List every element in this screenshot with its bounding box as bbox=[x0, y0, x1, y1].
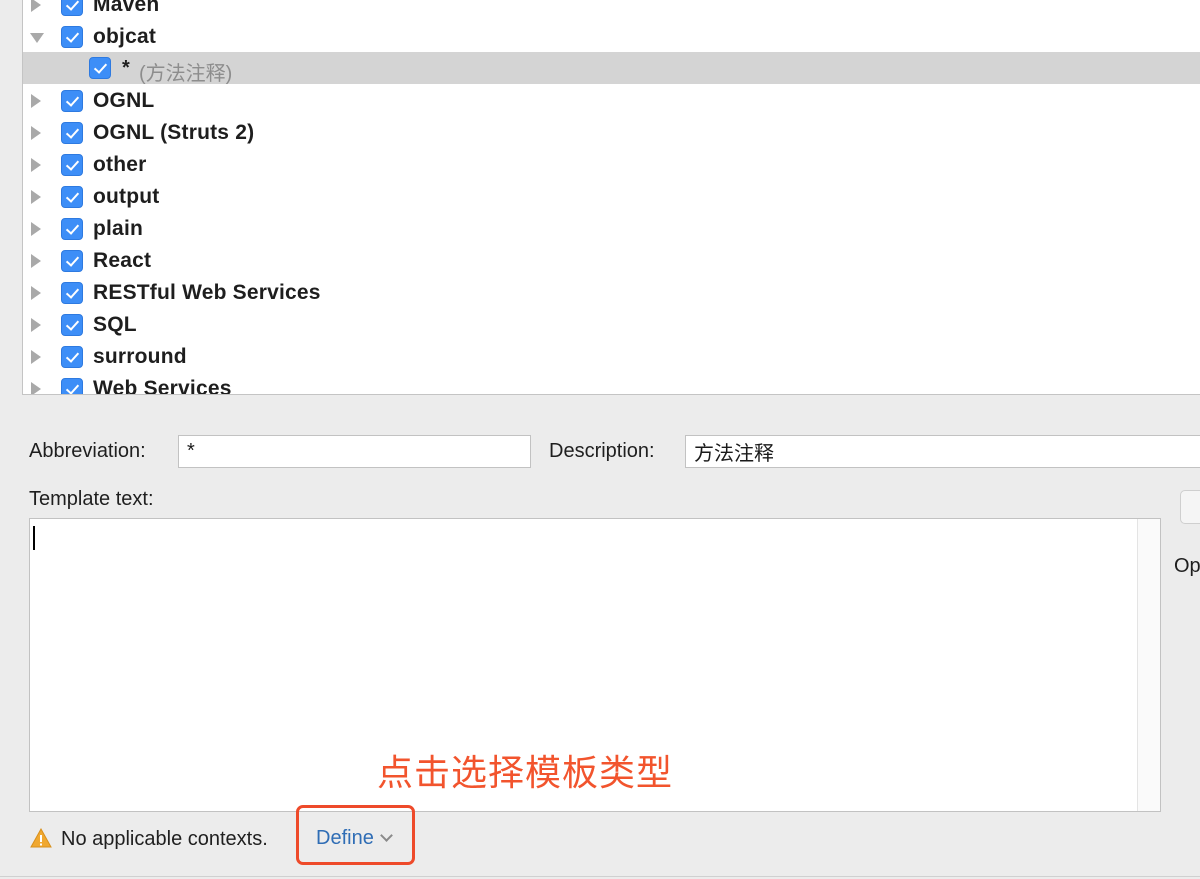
group-checkbox[interactable] bbox=[61, 186, 83, 208]
group-checkbox[interactable] bbox=[61, 90, 83, 112]
annotation-highlight-box bbox=[296, 805, 415, 865]
tree-group-react[interactable]: React bbox=[23, 245, 1200, 277]
text-caret bbox=[33, 526, 35, 550]
tree-group-objcat[interactable]: objcat bbox=[23, 21, 1200, 53]
group-label: OGNL (Struts 2) bbox=[93, 121, 255, 144]
group-checkbox[interactable] bbox=[61, 250, 83, 272]
template-text-label: Template text: bbox=[29, 488, 154, 510]
abbreviation-label: Abbreviation: bbox=[29, 440, 146, 462]
tree-group-plain[interactable]: plain bbox=[23, 213, 1200, 245]
group-checkbox[interactable] bbox=[61, 154, 83, 176]
expand-arrow-icon[interactable] bbox=[31, 318, 41, 332]
tree-group-maven[interactable]: Maven bbox=[23, 0, 1200, 21]
group-label: RESTful Web Services bbox=[93, 281, 321, 304]
group-checkbox[interactable] bbox=[61, 282, 83, 304]
tree-group-surround[interactable]: surround bbox=[23, 341, 1200, 373]
expand-arrow-icon[interactable] bbox=[31, 222, 41, 236]
group-label: React bbox=[93, 249, 152, 272]
tree-group-sql[interactable]: SQL bbox=[23, 309, 1200, 341]
group-label: other bbox=[93, 153, 147, 176]
group-label: SQL bbox=[93, 313, 137, 336]
item-description: (方法注释) bbox=[139, 63, 233, 85]
group-label: objcat bbox=[93, 25, 157, 48]
expand-arrow-icon[interactable] bbox=[31, 0, 41, 12]
live-templates-tree[interactable]: Maven objcat * (方法注释) OGNL OGNL (Struts … bbox=[22, 0, 1200, 395]
expand-arrow-icon[interactable] bbox=[31, 158, 41, 172]
expand-arrow-icon[interactable] bbox=[31, 254, 41, 268]
tree-item-selected[interactable]: * (方法注释) bbox=[23, 52, 1200, 85]
no-contexts-message: No applicable contexts. bbox=[61, 828, 268, 850]
group-label: Maven bbox=[93, 0, 160, 16]
warning-icon bbox=[30, 828, 52, 848]
group-label: plain bbox=[93, 217, 144, 240]
divider bbox=[0, 876, 1200, 877]
expand-arrow-icon[interactable] bbox=[31, 190, 41, 204]
description-input[interactable] bbox=[685, 435, 1200, 468]
group-checkbox[interactable] bbox=[61, 378, 83, 394]
group-label: output bbox=[93, 185, 160, 208]
group-checkbox[interactable] bbox=[61, 0, 83, 16]
group-checkbox[interactable] bbox=[61, 26, 83, 48]
abbreviation-input[interactable] bbox=[178, 435, 531, 468]
group-checkbox[interactable] bbox=[61, 218, 83, 240]
tree-group-other[interactable]: other bbox=[23, 149, 1200, 181]
tree-group-restful-web-services[interactable]: RESTful Web Services bbox=[23, 277, 1200, 309]
description-label: Description: bbox=[549, 440, 655, 462]
expand-arrow-icon[interactable] bbox=[31, 350, 41, 364]
expand-arrow-icon[interactable] bbox=[31, 286, 41, 300]
expand-arrow-icon[interactable] bbox=[31, 126, 41, 140]
annotation-text: 点击选择模板类型 bbox=[377, 752, 674, 793]
edit-variables-button[interactable] bbox=[1180, 490, 1200, 524]
options-label: Op bbox=[1174, 555, 1200, 577]
group-checkbox[interactable] bbox=[61, 314, 83, 336]
vertical-scrollbar[interactable] bbox=[1137, 519, 1160, 811]
tree-group-web-services[interactable]: Web Services bbox=[23, 373, 1200, 395]
group-label: Web Services bbox=[93, 377, 232, 395]
group-label: OGNL bbox=[93, 89, 155, 112]
item-checkbox[interactable] bbox=[89, 57, 111, 79]
expand-arrow-icon[interactable] bbox=[31, 382, 41, 394]
tree-group-ognl-struts2[interactable]: OGNL (Struts 2) bbox=[23, 117, 1200, 149]
group-checkbox[interactable] bbox=[61, 122, 83, 144]
expand-arrow-icon[interactable] bbox=[31, 94, 41, 108]
collapse-arrow-icon[interactable] bbox=[30, 33, 44, 43]
group-label: surround bbox=[93, 345, 187, 368]
tree-group-ognl[interactable]: OGNL bbox=[23, 85, 1200, 117]
group-checkbox[interactable] bbox=[61, 346, 83, 368]
tree-group-output[interactable]: output bbox=[23, 181, 1200, 213]
item-abbreviation: * bbox=[122, 57, 130, 79]
